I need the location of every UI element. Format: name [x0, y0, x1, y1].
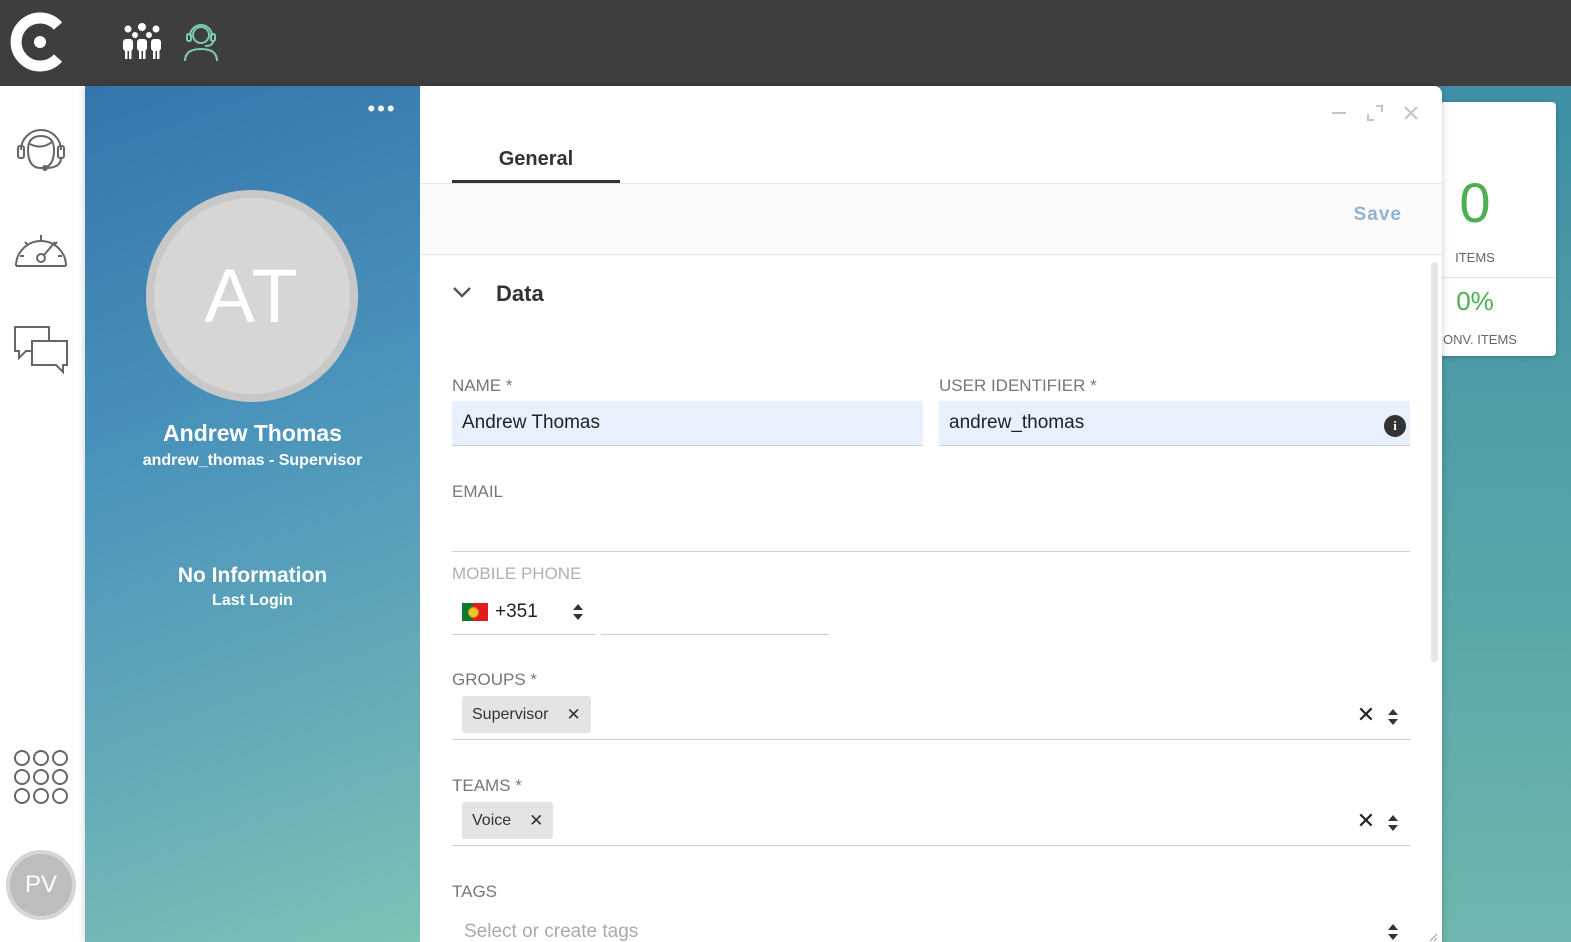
stat-count-label: ITEMS: [1455, 250, 1495, 265]
user-modal: ••• AT Andrew Thomas andrew_thomas - Sup…: [85, 86, 1442, 942]
info-icon[interactable]: i: [1384, 415, 1406, 437]
sort-arrows-icon[interactable]: [1387, 814, 1399, 832]
sort-arrows-icon[interactable]: [1387, 923, 1399, 941]
stat-percent-label: ONV. ITEMS: [1443, 332, 1517, 347]
profile-panel: ••• AT Andrew Thomas andrew_thomas - Sup…: [85, 86, 420, 942]
profile-name: Andrew Thomas: [163, 420, 342, 446]
maximize-icon[interactable]: [1364, 102, 1386, 124]
profile-subtitle: andrew_thomas - Supervisor: [142, 452, 363, 469]
agent-headset-icon[interactable]: [178, 18, 224, 64]
profile-avatar: AT: [146, 190, 358, 402]
stat-percent: 0%: [1456, 286, 1494, 316]
user-identifier-input[interactable]: [939, 401, 1410, 446]
group-chip-label: Supervisor: [472, 705, 549, 723]
content-panel: General Save Data NAME * USER IDENTIFIER…: [420, 86, 1442, 942]
user-initials: PV: [24, 871, 57, 898]
user-avatar[interactable]: PV: [6, 850, 76, 920]
portugal-flag-icon: [462, 603, 488, 621]
left-nav: PV: [0, 86, 85, 942]
country-code-select[interactable]: +351: [452, 590, 596, 635]
headset-icon[interactable]: [10, 118, 72, 180]
last-login-label: Last Login: [212, 592, 293, 609]
user-identifier-label: USER IDENTIFIER *: [939, 376, 1097, 395]
clear-icon[interactable]: ✕: [1356, 808, 1376, 833]
close-icon[interactable]: [1400, 102, 1422, 124]
team-icon[interactable]: [119, 18, 165, 64]
team-chip-label: Voice: [472, 811, 512, 829]
groups-select[interactable]: Supervisor ✕ ✕: [452, 695, 1410, 740]
last-login-value: No Information: [177, 564, 328, 587]
email-label: EMAIL: [452, 482, 504, 501]
group-chip: Supervisor ✕: [462, 696, 591, 733]
phone-number-input[interactable]: [601, 590, 829, 635]
email-input[interactable]: [452, 507, 1410, 552]
name-label: NAME *: [452, 376, 513, 395]
stat-count: 0: [1459, 171, 1491, 234]
clear-icon[interactable]: ✕: [1356, 702, 1376, 727]
groups-label: GROUPS *: [452, 670, 538, 689]
c-logo-icon[interactable]: [10, 12, 66, 72]
tags-label: TAGS: [452, 882, 498, 901]
profile-initials: AT: [204, 253, 300, 339]
resize-grip-icon[interactable]: [1428, 932, 1438, 942]
mobile-phone-label: MOBILE PHONE: [452, 564, 582, 583]
action-bar: Save: [420, 184, 1442, 255]
save-button[interactable]: Save: [1354, 204, 1402, 226]
remove-chip-icon[interactable]: ✕: [566, 705, 580, 725]
chat-icon[interactable]: [10, 318, 72, 380]
remove-chip-icon[interactable]: ✕: [529, 811, 543, 831]
dashboard-gauge-icon[interactable]: [10, 216, 72, 278]
section-title: Data: [496, 281, 544, 306]
chevron-down-icon[interactable]: [452, 282, 472, 302]
teams-select[interactable]: Voice ✕ ✕: [452, 801, 1410, 846]
country-code-value: +351: [495, 601, 538, 622]
stat-divider: [1440, 277, 1556, 278]
tags-select[interactable]: Select or create tags: [452, 901, 1410, 942]
name-input[interactable]: [452, 401, 923, 446]
window-controls: [1328, 102, 1422, 124]
tab-general[interactable]: General: [452, 142, 620, 184]
tags-placeholder: Select or create tags: [464, 921, 639, 942]
more-menu-button[interactable]: •••: [365, 96, 399, 121]
sort-arrows-icon: [573, 604, 583, 620]
apps-grid-icon[interactable]: [10, 746, 72, 808]
team-chip: Voice ✕: [462, 802, 554, 839]
sort-arrows-icon[interactable]: [1387, 708, 1399, 726]
top-bar: [0, 0, 1571, 86]
scrollbar[interactable]: [1431, 262, 1438, 662]
teams-label: TEAMS *: [452, 776, 522, 795]
stats-card: 0 ITEMS 0% ONV. ITEMS: [1440, 102, 1556, 356]
minimize-icon[interactable]: [1328, 102, 1350, 124]
